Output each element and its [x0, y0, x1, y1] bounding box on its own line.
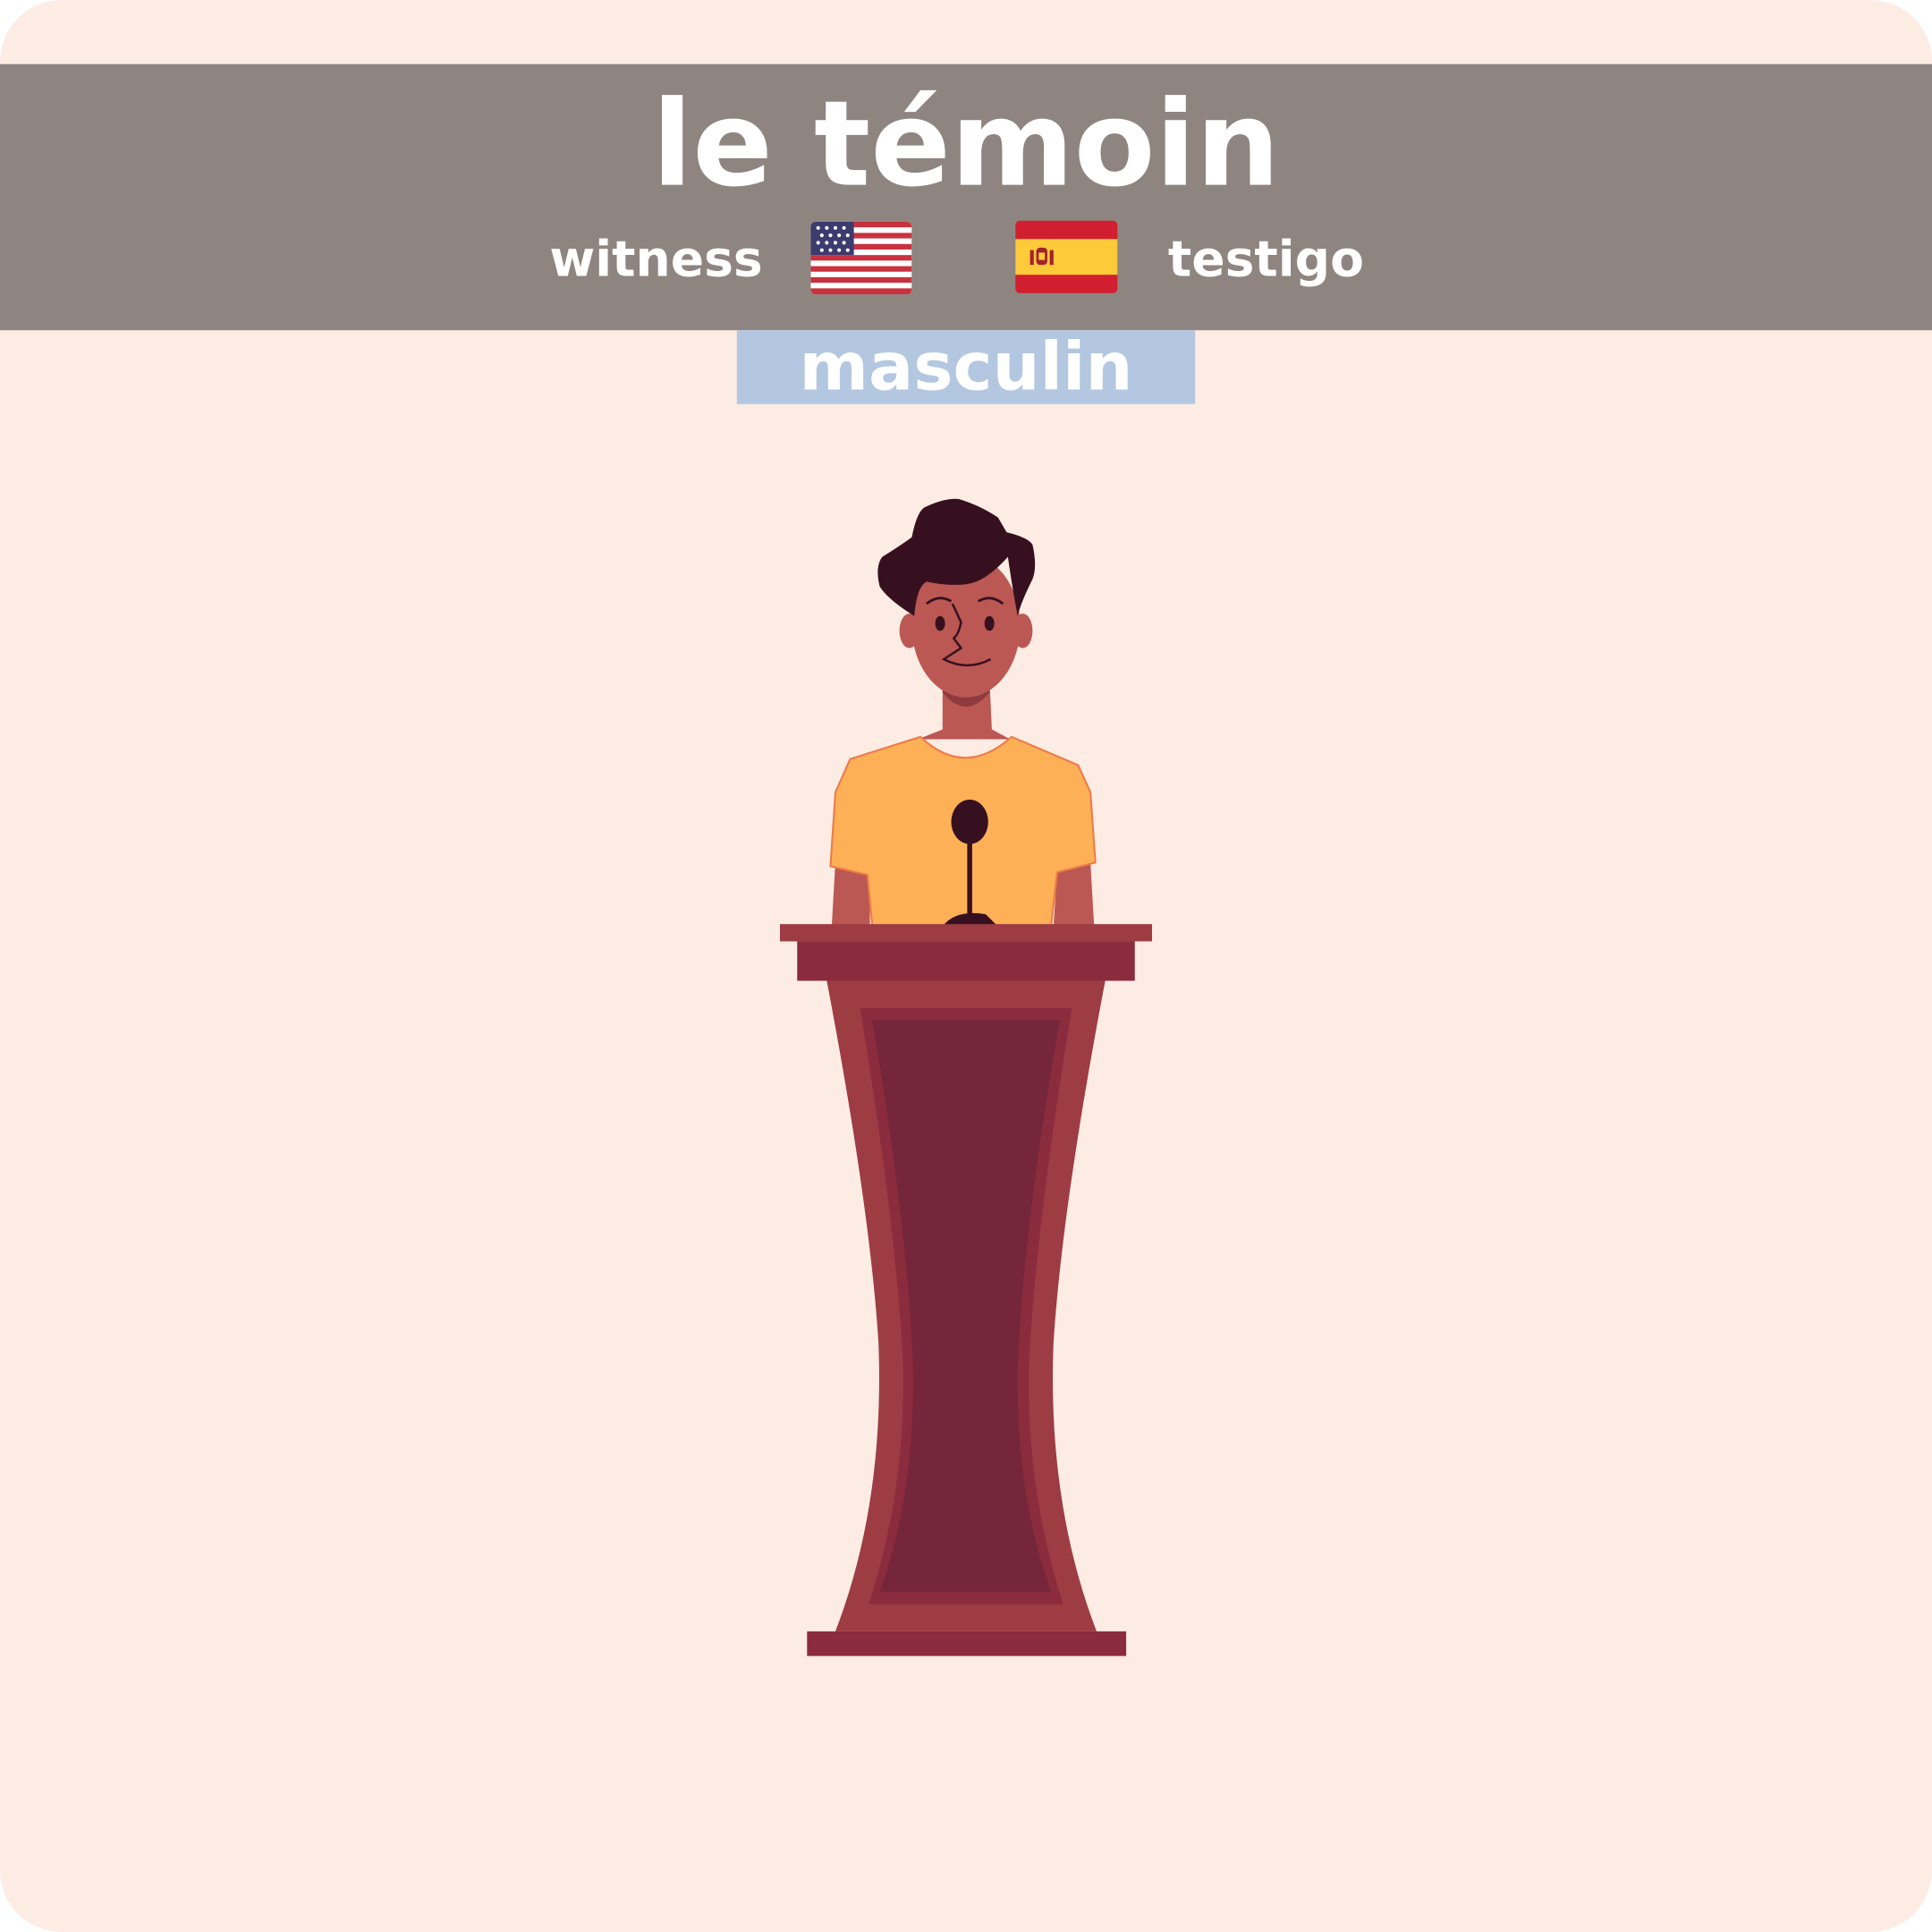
podium-top [779, 924, 1153, 942]
witness-at-podium-illustration [779, 498, 1153, 1657]
right-eye [984, 615, 995, 631]
podium-cap [797, 941, 1135, 981]
left-eye [935, 615, 945, 631]
card-inner: le témoin witness testigo masculin [0, 0, 1932, 1932]
microphone-stand [967, 837, 972, 915]
right-ear [1013, 614, 1033, 648]
microphone-icon [951, 800, 988, 844]
podium-base [807, 1631, 1127, 1657]
card: le témoin witness testigo masculin [0, 0, 1932, 1932]
left-ear [899, 614, 919, 648]
